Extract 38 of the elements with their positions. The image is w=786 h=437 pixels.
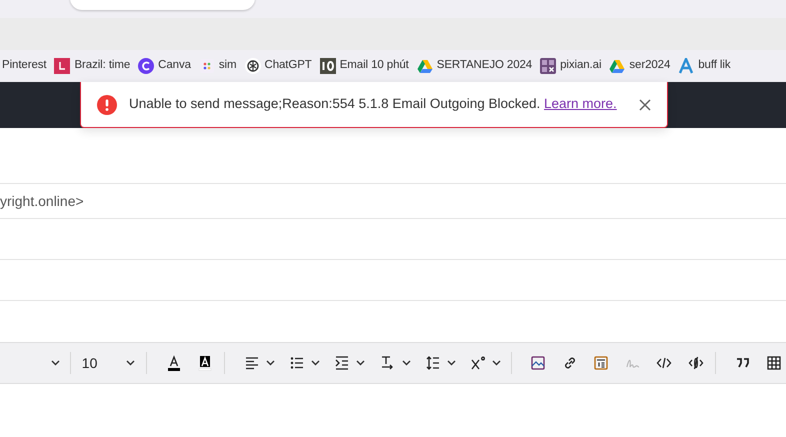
triangle-icon — [416, 58, 433, 74]
code-icon — [656, 355, 672, 371]
bookmark-link[interactable]: SERTANEJO 2024 — [414, 54, 536, 78]
c-logo-icon — [138, 58, 154, 74]
alert-message: Unable to send message;Reason:554 5.1.8 Email Outgoing Blocked. Learn more. — [129, 95, 618, 114]
bookmark-link[interactable]: Canva — [135, 54, 194, 78]
bookmark-link[interactable]: pixian.ai — [537, 54, 604, 78]
highlight-icon — [197, 355, 214, 371]
text-color-icon — [166, 355, 182, 371]
table-icon — [766, 355, 782, 371]
superscript-icon — [470, 355, 486, 371]
image-icon — [530, 355, 546, 371]
align-left-icon — [244, 355, 260, 371]
indent-icon — [334, 355, 350, 371]
code-block-icon — [688, 355, 704, 371]
knot-icon — [244, 58, 260, 74]
grid-icon — [540, 58, 556, 74]
bullet-list-icon — [288, 355, 305, 371]
tile-icon — [54, 58, 70, 74]
clear-format-icon — [379, 355, 396, 371]
bookmark-link[interactable]: Email 10 phút — [316, 54, 412, 78]
bookmark-link[interactable]: Pinterest — [2, 54, 50, 78]
bookmark-link[interactable]: ChatGPT — [242, 54, 315, 78]
bookmark-link[interactable]: buff lik — [675, 54, 734, 78]
letter-a-icon — [678, 58, 694, 74]
close-button[interactable] — [637, 96, 653, 112]
number-tile-icon — [320, 58, 336, 74]
bookmark-link[interactable]: Brazil: time — [51, 54, 134, 78]
triangle-icon — [609, 58, 626, 74]
font-size-select[interactable]: 10 — [78, 352, 139, 374]
line-height-icon — [424, 355, 441, 371]
bookmark-link[interactable]: ser2024 — [606, 54, 674, 78]
recipient-field[interactable]: yright.online> — [0, 190, 300, 212]
caret-icon — [126, 360, 135, 366]
bookmark-link[interactable]: sim — [196, 54, 240, 78]
error-icon — [97, 94, 117, 114]
learn-more-link[interactable]: Learn more. — [544, 96, 617, 112]
template-icon — [593, 355, 610, 371]
